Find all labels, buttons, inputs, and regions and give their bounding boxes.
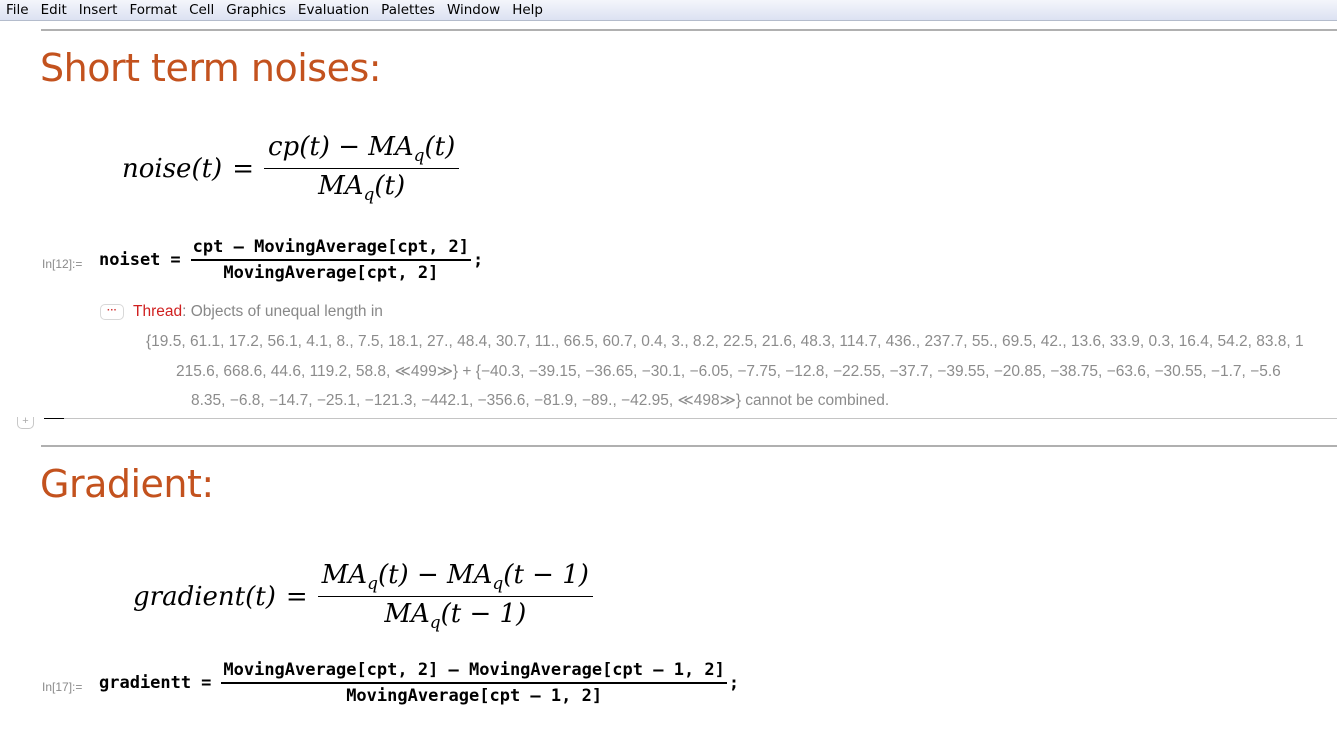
formula-denominator: MAq(t) bbox=[318, 169, 405, 205]
formula-numerator: cp(t) − MAq(t) bbox=[263, 132, 460, 169]
code-fraction: MovingAverage[cpt, 2] – MovingAverage[cp… bbox=[221, 660, 727, 706]
denominator-subscript: q bbox=[363, 185, 375, 205]
code-numerator: cpt – MovingAverage[cpt, 2] bbox=[190, 237, 472, 261]
formula-equals: = bbox=[232, 153, 254, 184]
message-line-1: {19.5, 61.1, 17.2, 56.1, 4.1, 8., 7.5, 1… bbox=[146, 333, 1304, 350]
section-divider bbox=[41, 29, 1337, 31]
input-cell-gradientt[interactable]: gradientt = MovingAverage[cpt, 2] – Movi… bbox=[99, 660, 739, 706]
numerator-b-subscript: q bbox=[492, 574, 504, 594]
code-numerator: MovingAverage[cpt, 2] – MovingAverage[cp… bbox=[221, 660, 727, 684]
formula-lhs: gradient(t) bbox=[133, 581, 276, 612]
formula-fraction: cp(t) − MAq(t) MAq(t) bbox=[263, 132, 460, 205]
cell-insertion-line bbox=[64, 418, 1337, 419]
message-line-2: 215.6, 668.6, 44.6, 119.2, 58.8, ≪499≫} … bbox=[176, 363, 1281, 380]
numerator-subscript: q bbox=[413, 146, 425, 166]
input-label-12: In[12]:= bbox=[42, 257, 83, 271]
menu-bar: File Edit Insert Format Cell Graphics Ev… bbox=[0, 0, 1337, 21]
cell-insertion-plus-icon[interactable]: + bbox=[17, 416, 34, 429]
input-cell-noiset[interactable]: noiset = cpt – MovingAverage[cpt, 2] Mov… bbox=[99, 237, 483, 283]
input-label-17: In[17]:= bbox=[42, 680, 83, 694]
numerator-a-subscript: q bbox=[367, 574, 378, 594]
menu-graphics[interactable]: Graphics bbox=[220, 0, 292, 20]
code-equals: = bbox=[170, 250, 181, 270]
message-options-button[interactable]: ··· bbox=[100, 304, 124, 320]
message-line-3: 8.35, −6.8, −14.7, −25.1, −121.3, −442.1… bbox=[191, 392, 890, 409]
message-header: ··· Thread : Objects of unequal length i… bbox=[100, 303, 383, 321]
cell-insertion-bar bbox=[44, 418, 64, 419]
code-equals: = bbox=[201, 673, 212, 693]
code-fraction: cpt – MovingAverage[cpt, 2] MovingAverag… bbox=[190, 237, 472, 283]
menu-evaluation[interactable]: Evaluation bbox=[292, 0, 375, 20]
code-terminator: ; bbox=[728, 673, 740, 693]
section-title-noise: Short term noises: bbox=[40, 46, 382, 90]
section-title-gradient: Gradient: bbox=[40, 462, 214, 506]
menu-palettes[interactable]: Palettes bbox=[375, 0, 441, 20]
menu-edit[interactable]: Edit bbox=[35, 0, 73, 20]
code-denominator: MovingAverage[cpt, 2] bbox=[223, 263, 439, 283]
numerator-b-tail: (t − 1) bbox=[503, 560, 589, 590]
noise-formula: noise(t) = cp(t) − MAq(t) MAq(t) bbox=[122, 132, 460, 205]
denominator-text: MA bbox=[384, 599, 430, 629]
code-denominator: MovingAverage[cpt – 1, 2] bbox=[346, 686, 603, 706]
formula-numerator: MAq(t) − MAq(t − 1) bbox=[317, 560, 593, 597]
formula-lhs: noise(t) bbox=[122, 153, 223, 184]
menu-format[interactable]: Format bbox=[123, 0, 183, 20]
menu-file[interactable]: File bbox=[0, 0, 35, 20]
numerator-a: MA bbox=[321, 560, 368, 590]
denominator-tail: (t − 1) bbox=[440, 599, 527, 629]
denominator-tail: (t) bbox=[374, 171, 406, 201]
message-text: : Objects of unequal length in bbox=[182, 303, 383, 320]
formula-equals: = bbox=[285, 581, 308, 612]
gradient-formula: gradient(t) = MAq(t) − MAq(t − 1) MAq(t … bbox=[133, 560, 593, 633]
code-lhs: gradientt bbox=[99, 673, 192, 693]
menu-window[interactable]: Window bbox=[441, 0, 506, 20]
message-tag[interactable]: Thread bbox=[133, 303, 182, 321]
numerator-a-tail: (t) − MA bbox=[377, 560, 493, 590]
menu-insert[interactable]: Insert bbox=[73, 0, 124, 20]
numerator-tail: (t) bbox=[424, 132, 456, 162]
menu-help[interactable]: Help bbox=[506, 0, 549, 20]
section-divider-2 bbox=[41, 445, 1337, 447]
numerator-text: cp(t) − MA bbox=[267, 132, 414, 162]
formula-fraction: MAq(t) − MAq(t − 1) MAq(t − 1) bbox=[317, 560, 593, 633]
code-lhs: noiset bbox=[99, 250, 161, 270]
denominator-subscript: q bbox=[429, 613, 441, 633]
code-terminator: ; bbox=[473, 250, 484, 270]
menu-cell[interactable]: Cell bbox=[183, 0, 220, 20]
formula-denominator: MAq(t − 1) bbox=[384, 597, 526, 633]
denominator-text: MA bbox=[318, 171, 364, 201]
